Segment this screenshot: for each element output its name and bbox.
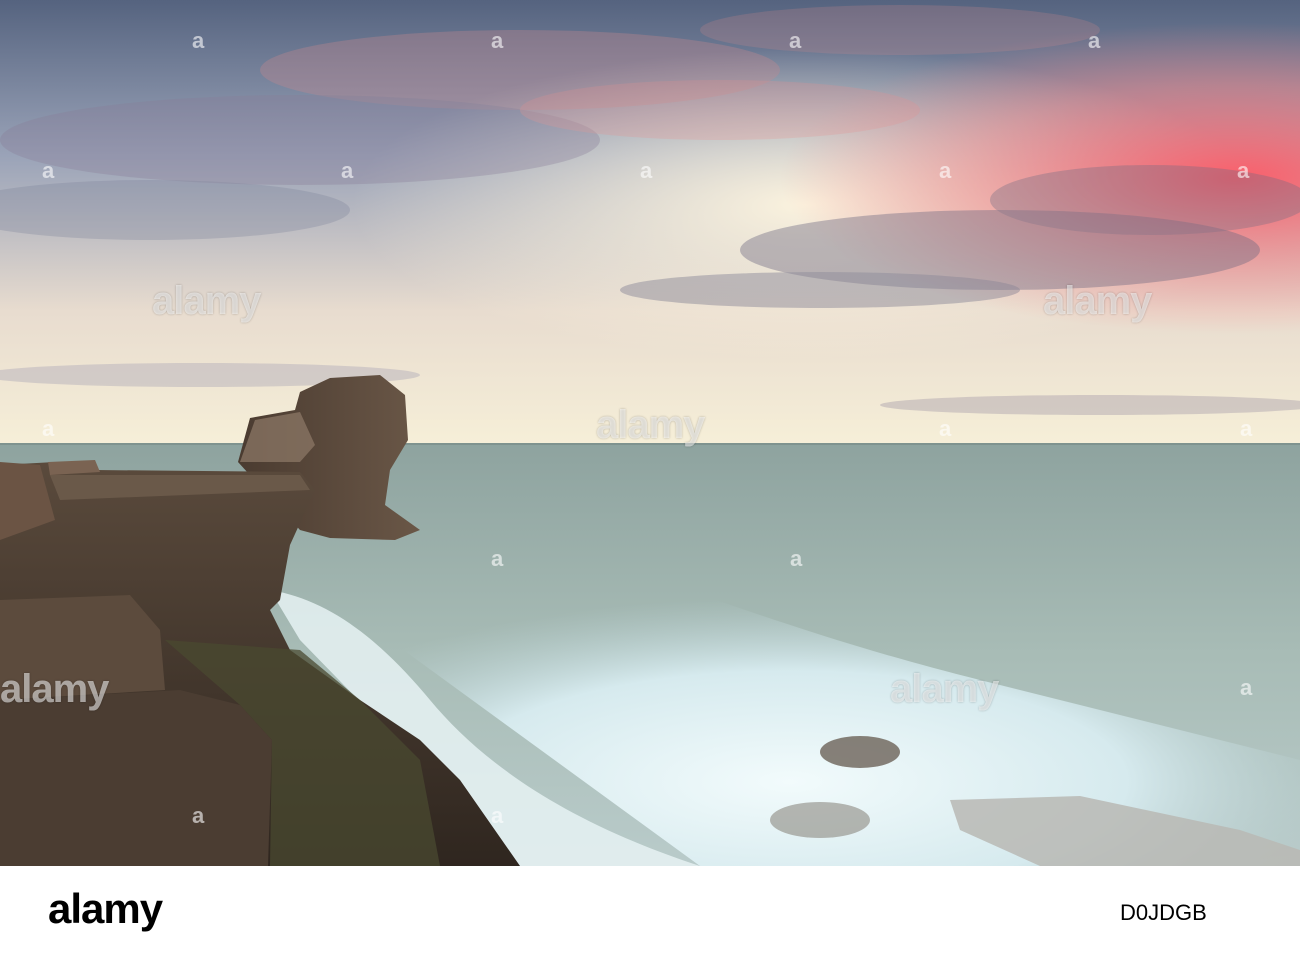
footer-bar: alamy D0JDGB (0, 866, 1300, 956)
watermark-mark: a (789, 28, 802, 53)
watermark-mark: a (192, 28, 205, 53)
watermark-logo: alamy (152, 279, 261, 323)
watermark-mark: a (491, 28, 504, 53)
watermark-logo: alamy (1043, 279, 1152, 323)
alamy-logo: alamy (48, 885, 163, 932)
watermark-mark: a (1237, 158, 1250, 183)
watermark-logo: alamy (0, 667, 109, 711)
watermark-mark: a (939, 158, 952, 183)
watermark-mark: a (42, 416, 55, 441)
watermark-mark: a (790, 546, 803, 571)
watermark-mark: a (192, 803, 205, 828)
surf-rock (820, 736, 900, 768)
foreground-boulder (0, 690, 272, 866)
watermark-mark: a (1240, 675, 1253, 700)
watermark-mark: a (491, 546, 504, 571)
watermark-logo: alamy (890, 667, 999, 711)
watermark-mark: a (1240, 416, 1253, 441)
watermark-mark: a (640, 158, 653, 183)
watermark-mark: a (42, 158, 55, 183)
surf-rock (770, 802, 870, 838)
stage: alamy alamy alamy alamy alamy a a a a a … (0, 0, 1300, 956)
watermark-mark: a (1088, 28, 1101, 53)
watermark-logo: alamy (596, 403, 705, 447)
image-id: D0JDGB (1120, 900, 1207, 925)
coastal-sunset-photo: alamy alamy alamy alamy alamy a a a a a … (0, 0, 1300, 866)
watermark-mark: a (491, 803, 504, 828)
watermark-mark: a (341, 158, 354, 183)
watermark-mark: a (939, 416, 952, 441)
